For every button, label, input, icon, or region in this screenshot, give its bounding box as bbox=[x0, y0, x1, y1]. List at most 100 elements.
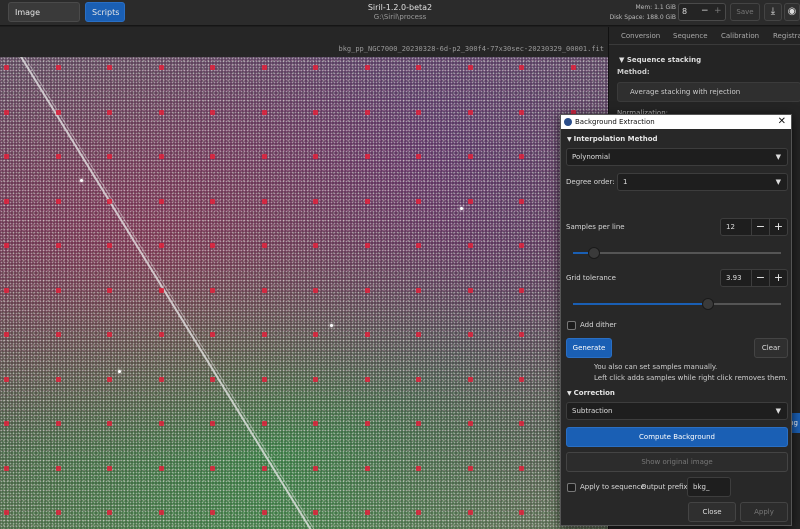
background-sample-marker[interactable] bbox=[107, 376, 113, 382]
background-sample-marker[interactable] bbox=[158, 198, 164, 204]
background-sample-marker[interactable] bbox=[519, 376, 525, 382]
background-sample-marker[interactable] bbox=[313, 198, 319, 204]
plus-icon[interactable]: + bbox=[714, 6, 722, 16]
background-sample-marker[interactable] bbox=[4, 332, 9, 338]
close-icon[interactable]: ✕ bbox=[778, 115, 786, 129]
background-sample-marker[interactable] bbox=[55, 109, 61, 115]
background-sample-marker[interactable] bbox=[210, 198, 216, 204]
background-sample-marker[interactable] bbox=[158, 376, 164, 382]
background-sample-marker[interactable] bbox=[210, 154, 216, 160]
background-sample-marker[interactable] bbox=[107, 287, 113, 293]
background-sample-marker[interactable] bbox=[519, 510, 525, 516]
background-sample-marker[interactable] bbox=[416, 198, 422, 204]
correction-section-header[interactable]: ▼ Correction bbox=[567, 389, 615, 397]
background-sample-marker[interactable] bbox=[4, 154, 9, 160]
background-sample-marker[interactable] bbox=[364, 243, 370, 249]
background-sample-marker[interactable] bbox=[210, 510, 216, 516]
background-sample-marker[interactable] bbox=[4, 376, 9, 382]
stacking-method-dropdown[interactable]: Average stacking with rejection bbox=[617, 82, 800, 102]
background-sample-marker[interactable] bbox=[107, 65, 113, 70]
background-sample-marker[interactable] bbox=[364, 465, 370, 471]
background-sample-marker[interactable] bbox=[416, 287, 422, 293]
background-sample-marker[interactable] bbox=[261, 198, 267, 204]
output-prefix-input[interactable]: bkg_ bbox=[687, 477, 731, 497]
background-sample-marker[interactable] bbox=[210, 332, 216, 338]
background-sample-marker[interactable] bbox=[570, 65, 576, 70]
background-sample-marker[interactable] bbox=[261, 243, 267, 249]
samples-slider-knob[interactable] bbox=[587, 247, 600, 259]
background-sample-marker[interactable] bbox=[210, 287, 216, 293]
background-sample-marker[interactable] bbox=[55, 376, 61, 382]
background-sample-marker[interactable] bbox=[313, 421, 319, 427]
minus-icon[interactable]: − bbox=[751, 219, 769, 235]
background-sample-marker[interactable] bbox=[55, 421, 61, 427]
background-sample-marker[interactable] bbox=[519, 465, 525, 471]
background-sample-marker[interactable] bbox=[261, 510, 267, 516]
grid-slider-knob[interactable] bbox=[702, 298, 715, 310]
background-sample-marker[interactable] bbox=[261, 65, 267, 70]
background-sample-marker[interactable] bbox=[55, 510, 61, 516]
background-sample-marker[interactable] bbox=[158, 465, 164, 471]
background-sample-marker[interactable] bbox=[158, 154, 164, 160]
background-sample-marker[interactable] bbox=[416, 465, 422, 471]
background-sample-marker[interactable] bbox=[467, 376, 473, 382]
degree-order-dropdown[interactable]: 1 ▼ bbox=[617, 173, 788, 191]
background-sample-marker[interactable] bbox=[4, 465, 9, 471]
background-sample-marker[interactable] bbox=[364, 421, 370, 427]
background-sample-marker[interactable] bbox=[467, 332, 473, 338]
background-sample-marker[interactable] bbox=[313, 154, 319, 160]
background-sample-marker[interactable] bbox=[467, 109, 473, 115]
samples-slider[interactable] bbox=[573, 247, 781, 259]
background-sample-marker[interactable] bbox=[416, 65, 422, 70]
background-sample-marker[interactable] bbox=[467, 65, 473, 70]
background-sample-marker[interactable] bbox=[519, 421, 525, 427]
background-sample-marker[interactable] bbox=[313, 109, 319, 115]
background-sample-marker[interactable] bbox=[467, 287, 473, 293]
show-original-image-button[interactable]: Show original image bbox=[566, 452, 788, 472]
grid-tolerance-spinner[interactable]: 3.93 − + bbox=[720, 269, 788, 287]
background-sample-marker[interactable] bbox=[107, 510, 113, 516]
background-sample-marker[interactable] bbox=[261, 421, 267, 427]
tab-registration[interactable]: Registration bbox=[773, 32, 800, 40]
background-sample-marker[interactable] bbox=[158, 510, 164, 516]
background-sample-marker[interactable] bbox=[519, 109, 525, 115]
background-sample-marker[interactable] bbox=[416, 154, 422, 160]
background-sample-marker[interactable] bbox=[107, 332, 113, 338]
tab-conversion[interactable]: Conversion bbox=[621, 32, 660, 40]
background-sample-marker[interactable] bbox=[55, 243, 61, 249]
background-sample-marker[interactable] bbox=[55, 332, 61, 338]
background-sample-marker[interactable] bbox=[4, 510, 9, 516]
background-sample-marker[interactable] bbox=[364, 109, 370, 115]
correction-dropdown[interactable]: Subtraction ▼ bbox=[566, 402, 788, 420]
background-sample-marker[interactable] bbox=[519, 198, 525, 204]
samples-per-line-spinner[interactable]: 12 − + bbox=[720, 218, 788, 236]
close-button[interactable]: Close bbox=[688, 502, 736, 522]
background-sample-marker[interactable] bbox=[519, 243, 525, 249]
background-sample-marker[interactable] bbox=[364, 287, 370, 293]
background-sample-marker[interactable] bbox=[107, 198, 113, 204]
background-sample-marker[interactable] bbox=[364, 510, 370, 516]
background-sample-marker[interactable] bbox=[4, 243, 9, 249]
background-sample-marker[interactable] bbox=[313, 287, 319, 293]
image-processing-menu-button[interactable]: Image Processing▼ bbox=[8, 2, 80, 37]
astro-image-view[interactable] bbox=[0, 57, 608, 529]
save-button[interactable]: Save bbox=[730, 3, 760, 21]
background-sample-marker[interactable] bbox=[364, 376, 370, 382]
background-sample-marker[interactable] bbox=[313, 65, 319, 70]
grid-tolerance-slider[interactable] bbox=[573, 298, 781, 310]
background-sample-marker[interactable] bbox=[519, 65, 525, 70]
background-sample-marker[interactable] bbox=[4, 287, 9, 293]
camera-icon[interactable]: ◉ bbox=[784, 3, 800, 21]
add-dither-checkbox[interactable] bbox=[567, 321, 576, 330]
minus-icon[interactable]: − bbox=[701, 6, 709, 16]
plus-icon[interactable]: + bbox=[769, 270, 787, 286]
background-sample-marker[interactable] bbox=[416, 109, 422, 115]
background-sample-marker[interactable] bbox=[55, 465, 61, 471]
scripts-menu-button[interactable]: Scripts▼ bbox=[85, 2, 125, 37]
compute-background-button[interactable]: Compute Background bbox=[566, 427, 788, 447]
background-sample-marker[interactable] bbox=[158, 332, 164, 338]
background-sample-marker[interactable] bbox=[55, 65, 61, 70]
background-sample-marker[interactable] bbox=[4, 65, 9, 70]
background-sample-marker[interactable] bbox=[467, 510, 473, 516]
background-sample-marker[interactable] bbox=[313, 510, 319, 516]
